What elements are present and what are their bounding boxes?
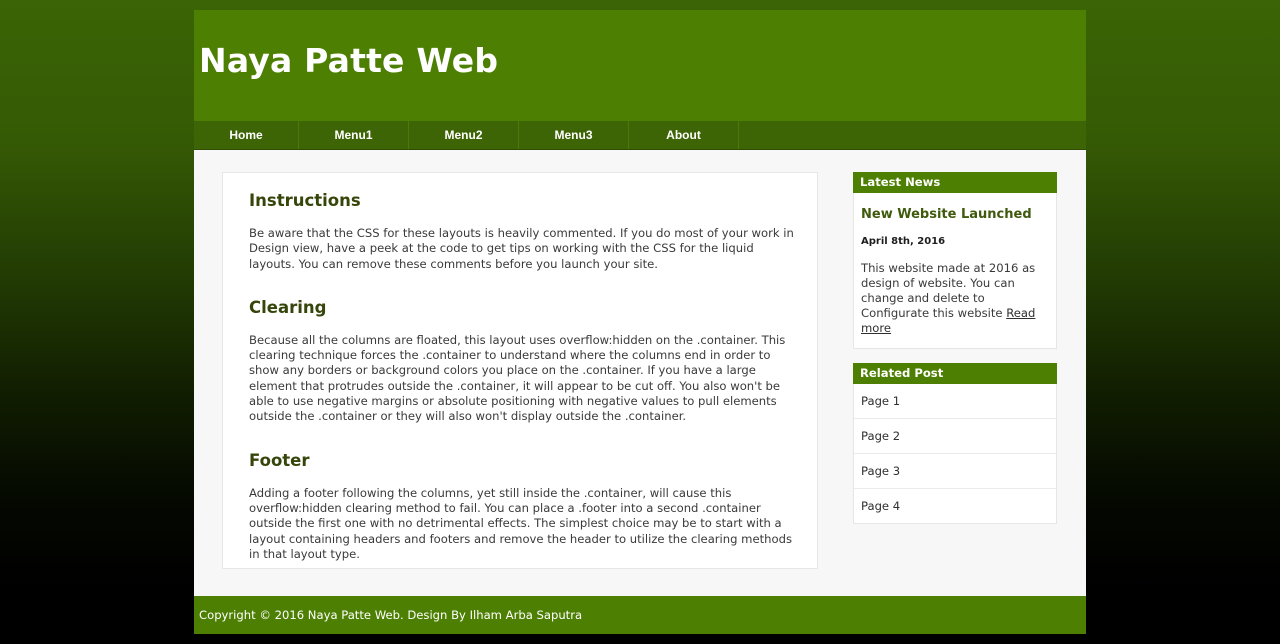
section-body-instructions: Be aware that the CSS for these layouts …	[249, 226, 794, 271]
footer-copyright: Copyright © 2016 Naya Patte Web. Design …	[199, 608, 583, 622]
section-heading-instructions: Instructions	[249, 191, 361, 210]
list-item[interactable]: Page 1	[854, 384, 1056, 419]
news-post-title[interactable]: New Website Launched	[861, 207, 1044, 222]
page-container: Naya Patte Web Home Menu1 Menu2 Menu3 Ab…	[194, 10, 1086, 634]
main-navigation: Home Menu1 Menu2 Menu3 About	[194, 121, 1086, 150]
nav-item-menu3[interactable]: Menu3	[519, 121, 629, 149]
related-post-list: Page 1 Page 2 Page 3 Page 4	[853, 384, 1057, 524]
site-footer: Copyright © 2016 Naya Patte Web. Design …	[194, 596, 1086, 634]
site-header: Naya Patte Web	[194, 10, 1086, 121]
list-item[interactable]: Page 4	[854, 489, 1056, 523]
widget-latest-news: Latest News New Website Launched April 8…	[853, 172, 1057, 349]
news-post-date: April 8th, 2016	[861, 236, 946, 247]
nav-item-menu2[interactable]: Menu2	[409, 121, 519, 149]
section-body-footer: Adding a footer following the columns, y…	[249, 485, 792, 561]
news-post-excerpt: This website made at 2016 as design of w…	[861, 261, 1044, 336]
nav-item-home[interactable]: Home	[194, 121, 299, 149]
list-item[interactable]: Page 2	[854, 419, 1056, 454]
section-heading-footer: Footer	[249, 450, 310, 470]
widget-body-latest-news: New Website Launched April 8th, 2016 Thi…	[853, 193, 1057, 349]
main-content-card: Instructions Be aware that the CSS for t…	[222, 172, 818, 569]
widget-related-post: Related Post Page 1 Page 2 Page 3 Page 4	[853, 363, 1057, 524]
nav-item-menu1[interactable]: Menu1	[299, 121, 409, 149]
section-heading-clearing: Clearing	[249, 297, 327, 317]
section-body-clearing: Because all the columns are floated, thi…	[249, 332, 786, 424]
list-item[interactable]: Page 3	[854, 454, 1056, 489]
nav-item-about[interactable]: About	[629, 121, 739, 149]
widget-header-latest-news: Latest News	[853, 172, 1057, 193]
widget-header-related-post: Related Post	[853, 363, 1057, 384]
sidebar: Latest News New Website Launched April 8…	[853, 172, 1057, 538]
page-body: Instructions Be aware that the CSS for t…	[194, 150, 1086, 597]
site-title: Naya Patte Web	[199, 41, 499, 80]
